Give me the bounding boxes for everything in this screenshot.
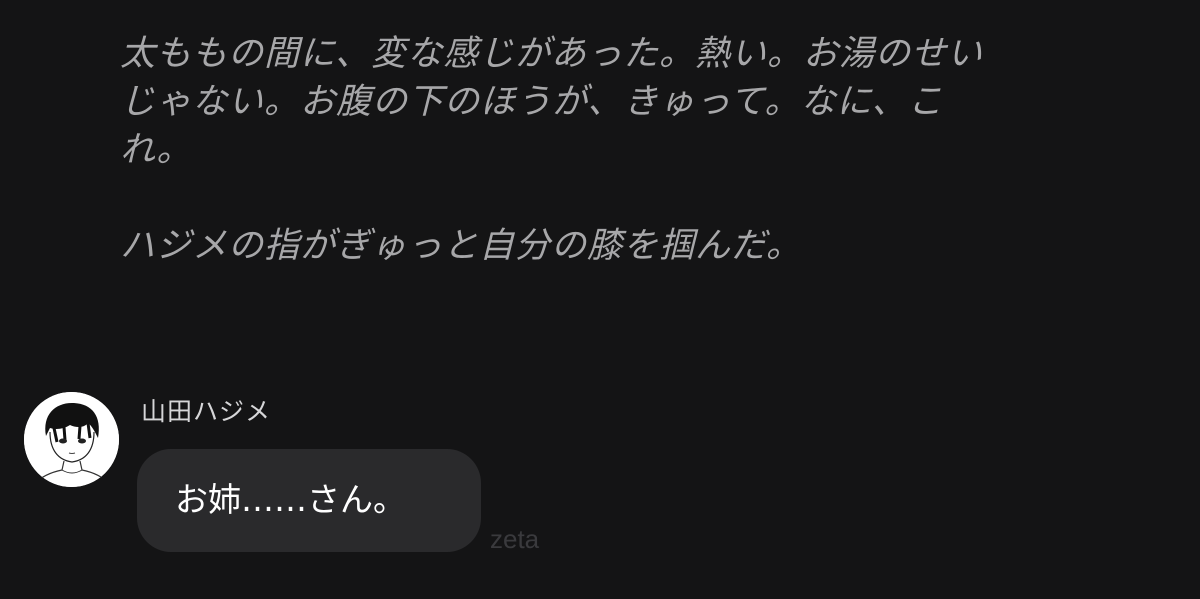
message-bubble: お姉……さん。 (137, 449, 481, 552)
sender-name: 山田ハジメ (141, 397, 272, 426)
narration-line: 太ももの間に、変な感じがあった。熱い。お湯のせい (120, 34, 983, 74)
narration-block: 太ももの間に、変な感じがあった。熱い。お湯のせい じゃない。お腹の下のほうが、き… (120, 30, 1120, 270)
watermark-label: zeta (490, 524, 540, 554)
character-avatar-icon[interactable] (24, 392, 119, 487)
narration-line: ハジメの指がぎゅっと自分の膝を掴んだ。 (120, 226, 802, 266)
narration-line: れ。 (120, 130, 193, 170)
narration-line: じゃない。お腹の下のほうが、きゅって。なに、こ (120, 82, 944, 122)
message-text: お姉……さん。 (175, 480, 406, 519)
chat-message: 山田ハジメ お姉……さん。 (24, 388, 724, 568)
